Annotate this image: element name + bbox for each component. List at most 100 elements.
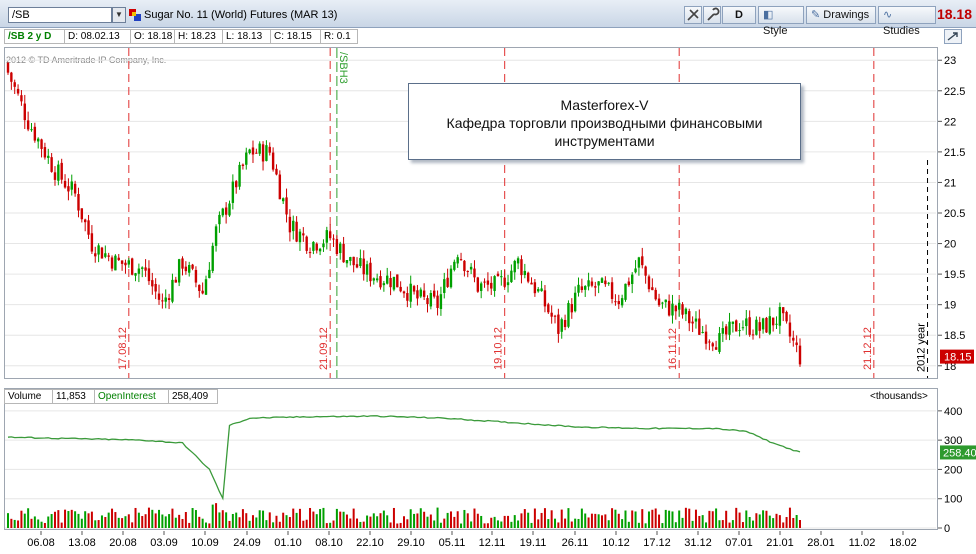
volume-bar bbox=[698, 515, 701, 528]
volume-bar bbox=[634, 511, 637, 528]
volume-bar bbox=[460, 523, 463, 528]
volume-bar bbox=[379, 513, 382, 528]
volume-bar bbox=[392, 507, 395, 528]
volume-bar bbox=[483, 523, 486, 528]
volume-bar bbox=[795, 515, 798, 528]
volume-bar bbox=[614, 509, 617, 528]
volume-bar bbox=[446, 512, 449, 528]
volume-bar bbox=[684, 507, 687, 528]
volume-bar bbox=[382, 510, 385, 528]
volume-bar bbox=[7, 513, 9, 528]
volume-bar bbox=[413, 513, 416, 528]
volume-bar bbox=[164, 516, 167, 528]
volume-bar bbox=[262, 510, 265, 528]
volume-bar bbox=[540, 512, 543, 528]
volume-bar bbox=[251, 515, 254, 528]
volume-bar bbox=[396, 523, 399, 528]
volume-bar bbox=[319, 509, 322, 528]
volume-bar bbox=[275, 515, 278, 528]
volume-bar bbox=[349, 518, 352, 528]
volume-bar bbox=[486, 523, 489, 528]
volume-bar bbox=[604, 514, 607, 528]
volume-bar bbox=[694, 509, 697, 528]
volume-bar bbox=[53, 511, 56, 528]
volume-bar bbox=[215, 503, 218, 528]
volume-bar bbox=[389, 522, 392, 528]
volume-bar bbox=[191, 508, 194, 528]
volume-tick-label: 0 bbox=[944, 523, 950, 535]
x-tick-label: 21.01 bbox=[766, 537, 794, 549]
volume-bar bbox=[315, 514, 318, 528]
volume-bar bbox=[352, 508, 355, 528]
volume-bar bbox=[510, 521, 513, 528]
volume-bar bbox=[302, 520, 305, 528]
volume-bar bbox=[124, 516, 127, 528]
volume-bar bbox=[100, 515, 103, 528]
x-tick-label: 12.11 bbox=[479, 537, 506, 549]
volume-bar bbox=[500, 521, 503, 528]
volume-bar bbox=[674, 522, 677, 528]
volume-bar bbox=[359, 521, 362, 528]
volume-bar bbox=[325, 523, 328, 528]
volume-bar bbox=[661, 523, 664, 528]
volume-bar bbox=[288, 517, 291, 528]
volume-bar bbox=[147, 507, 150, 528]
volume-bar bbox=[738, 512, 741, 528]
volume-bar bbox=[788, 507, 791, 528]
volume-bar bbox=[80, 518, 83, 528]
volume-bar bbox=[778, 515, 781, 528]
volume-bar bbox=[74, 511, 77, 528]
volume-bar bbox=[57, 510, 60, 528]
volume-tick-label: 100 bbox=[944, 494, 962, 506]
volume-bar bbox=[339, 511, 342, 528]
volume-bar bbox=[490, 517, 493, 528]
volume-bar bbox=[718, 520, 721, 528]
volume-bar bbox=[711, 511, 714, 528]
volume-bar bbox=[792, 517, 795, 528]
volume-bar bbox=[429, 514, 432, 528]
volume-bar bbox=[94, 520, 97, 528]
open-interest-line bbox=[7, 415, 801, 501]
volume-bar bbox=[476, 513, 479, 528]
x-tick-label: 10.09 bbox=[191, 537, 219, 549]
volume-bar bbox=[141, 516, 144, 528]
volume-bar bbox=[10, 518, 13, 528]
volume-bar bbox=[755, 513, 758, 528]
volume-bar bbox=[577, 518, 580, 528]
volume-tick-label: 300 bbox=[944, 435, 962, 447]
volume-bar bbox=[607, 520, 610, 528]
volume-bar bbox=[77, 513, 80, 528]
volume-bar bbox=[13, 519, 16, 528]
volume-bar bbox=[292, 508, 295, 528]
volume-bar bbox=[708, 510, 711, 528]
volume-bar bbox=[356, 518, 359, 528]
volume-bar bbox=[768, 515, 771, 528]
volume-bar bbox=[664, 509, 667, 528]
volume-bar bbox=[631, 510, 634, 528]
volume-bar bbox=[587, 517, 590, 528]
volume-bar bbox=[184, 512, 187, 528]
volume-bar bbox=[329, 522, 332, 528]
volume-chart[interactable]: 0 100 200 300 400 258.40 06.08 13.08 20.08 03.09… bbox=[0, 0, 976, 554]
x-tick-label: 13.08 bbox=[68, 537, 96, 549]
volume-bar bbox=[550, 510, 553, 528]
volume-bar bbox=[641, 509, 644, 528]
volume-bar bbox=[772, 518, 775, 528]
volume-bar bbox=[342, 511, 345, 528]
volume-bar bbox=[537, 519, 540, 528]
volume-bar bbox=[678, 510, 681, 528]
volume-bar bbox=[547, 519, 550, 528]
volume-bar bbox=[114, 512, 117, 528]
volume-bar bbox=[362, 521, 365, 528]
volume-bar bbox=[208, 523, 211, 528]
volume-bar bbox=[406, 519, 409, 528]
volume-bar bbox=[523, 509, 526, 528]
volume-bar bbox=[295, 512, 298, 528]
volume-bar bbox=[127, 514, 130, 528]
volume-bar bbox=[443, 518, 446, 528]
volume-bar bbox=[580, 508, 583, 528]
volume-bar bbox=[241, 509, 244, 528]
volume-bar bbox=[705, 522, 708, 528]
x-tick-label: 19.11 bbox=[520, 537, 547, 549]
volume-bar bbox=[637, 522, 640, 528]
